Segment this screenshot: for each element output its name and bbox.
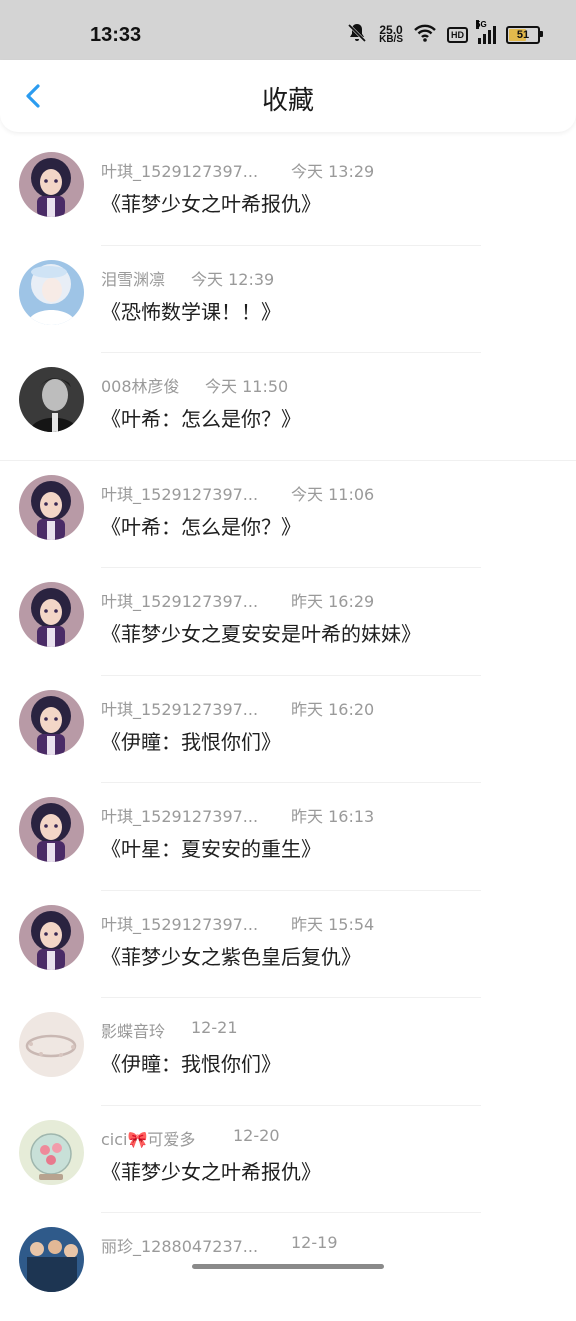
avatar[interactable] <box>19 904 84 970</box>
signal-icon: 5G <box>476 20 496 44</box>
list-item[interactable]: 叶琪_1529127397... 昨天 15:54 《菲梦少女之紫色皇后复仇》 <box>0 891 576 998</box>
avatar[interactable] <box>19 1012 84 1077</box>
story-title[interactable]: 《菲梦少女之紫色皇后复仇》 <box>101 941 361 970</box>
item-meta: 叶琪_1529127397... 昨天 16:13 <box>101 803 374 827</box>
item-meta: 影蝶音玲 12-21 <box>101 1018 238 1042</box>
item-meta: 叶琪_1529127397... 昨天 15:54 <box>101 911 374 935</box>
network-speed: 25.0 KB/S <box>379 24 403 45</box>
header-bar: 收藏 <box>0 60 576 132</box>
item-timestamp: 今天 13:29 <box>291 162 375 181</box>
item-meta: 008林彦俊 今天 11:50 <box>101 373 288 397</box>
item-timestamp: 12-21 <box>191 1018 238 1037</box>
avatar[interactable] <box>19 797 84 862</box>
item-timestamp: 12-19 <box>291 1233 338 1252</box>
story-title[interactable]: 《伊瞳：我恨你们》 <box>101 1048 281 1077</box>
item-timestamp: 昨天 16:29 <box>291 592 375 611</box>
wifi-icon <box>413 23 437 47</box>
author-name[interactable]: 影蝶音玲 <box>101 1018 165 1042</box>
item-timestamp: 今天 11:50 <box>205 377 289 396</box>
list-item[interactable]: 008林彦俊 今天 11:50 《叶希：怎么是你？》 <box>0 353 576 461</box>
author-name[interactable]: 叶琪_1529127397... <box>101 158 258 182</box>
list-item[interactable]: 叶琪_1529127397... 昨天 16:29 《菲梦少女之夏安安是叶希的妹妹》 <box>0 568 576 676</box>
avatar[interactable] <box>19 1227 84 1292</box>
avatar[interactable] <box>19 1119 84 1185</box>
author-name[interactable]: 叶琪_1529127397... <box>101 911 258 935</box>
item-meta: cici🎀可爱多 12-20 <box>101 1126 280 1150</box>
author-name[interactable]: 叶琪_1529127397... <box>101 803 258 827</box>
avatar[interactable] <box>19 152 84 217</box>
author-name[interactable]: 叶琪_1529127397... <box>101 588 258 612</box>
list-item[interactable]: cici🎀可爱多 12-20 《菲梦少女之叶希报仇》 <box>0 1106 576 1213</box>
avatar[interactable] <box>19 689 84 755</box>
author-name[interactable]: 泪雪渊凛 <box>101 266 165 290</box>
home-indicator[interactable] <box>192 1264 384 1269</box>
item-timestamp: 昨天 15:54 <box>291 914 375 934</box>
author-name[interactable]: cici🎀可爱多 <box>101 1126 195 1150</box>
mute-bell-icon <box>345 21 369 49</box>
author-name[interactable]: 008林彦俊 <box>101 373 180 397</box>
hd-badge: HD <box>447 27 468 43</box>
item-meta: 叶琪_1529127397... 今天 13:29 <box>101 158 374 182</box>
story-title[interactable]: 《菲梦少女之夏安安是叶希的妹妹》 <box>101 618 421 647</box>
story-title[interactable]: 《菲梦少女之叶希报仇》 <box>101 1156 321 1185</box>
story-title[interactable]: 《叶希：怎么是你？》 <box>101 511 301 540</box>
avatar[interactable] <box>19 367 84 432</box>
item-timestamp: 12-20 <box>233 1125 280 1145</box>
story-title[interactable]: 《伊瞳：我恨你们》 <box>101 726 281 755</box>
list-item[interactable]: 叶琪_1529127397... 今天 13:29 《菲梦少女之叶希报仇》 <box>0 138 576 246</box>
avatar[interactable] <box>19 474 84 540</box>
avatar[interactable] <box>19 259 84 325</box>
story-title[interactable]: 《叶希：怎么是你？》 <box>101 403 301 432</box>
page-title: 收藏 <box>261 86 314 116</box>
item-timestamp: 今天 12:39 <box>191 269 275 289</box>
list-item[interactable]: 叶琪_1529127397... 昨天 16:13 《叶星：夏安安的重生》 <box>0 783 576 891</box>
status-bar: 13:33 25.0 KB/S HD 5G 51 <box>0 0 576 60</box>
status-time: 13:33 <box>90 24 142 46</box>
favorites-list: 叶琪_1529127397... 今天 13:29 《菲梦少女之叶希报仇》 泪雪渊凛今… <box>0 138 576 1321</box>
story-title[interactable]: 《菲梦少女之叶希报仇》 <box>101 188 321 217</box>
author-name[interactable]: 丽珍_1288047237... <box>101 1233 258 1257</box>
story-title[interactable]: 《恐怖数学课！！》 <box>101 296 281 325</box>
list-item[interactable]: 叶琪_1529127397... 昨天 16:20 《伊瞳：我恨你们》 <box>0 676 576 783</box>
list-item[interactable]: 影蝶音玲 12-21 《伊瞳：我恨你们》 <box>0 998 576 1106</box>
network-speed-unit: KB/S <box>379 34 403 45</box>
list-item[interactable]: 叶琪_1529127397... 今天 11:06 《叶希：怎么是你？》 <box>0 461 576 568</box>
signal-label: 5G <box>476 20 487 29</box>
status-icons: 25.0 KB/S HD 5G 51 <box>345 20 543 49</box>
item-timestamp: 昨天 16:13 <box>291 807 375 826</box>
avatar[interactable] <box>19 582 84 647</box>
battery-icon: 51 <box>506 26 543 44</box>
list-item[interactable]: 泪雪渊凛 今天 12:39 《恐怖数学课！！》 <box>0 246 576 353</box>
item-timestamp: 昨天 16:20 <box>291 699 375 719</box>
item-timestamp: 今天 11:06 <box>291 484 375 504</box>
item-meta: 叶琪_1529127397... 昨天 16:29 <box>101 588 374 612</box>
author-name[interactable]: 叶琪_1529127397... <box>101 696 258 720</box>
author-name[interactable]: 叶琪_1529127397... <box>101 481 258 505</box>
item-meta: 泪雪渊凛 今天 12:39 <box>101 266 274 290</box>
battery-level: 51 <box>516 29 530 41</box>
item-meta: 丽珍_1288047237... 12-19 <box>101 1233 338 1257</box>
item-meta: 叶琪_1529127397... 昨天 16:20 <box>101 696 374 720</box>
item-meta: 叶琪_1529127397... 今天 11:06 <box>101 481 374 505</box>
story-title[interactable]: 《叶星：夏安安的重生》 <box>101 833 321 862</box>
